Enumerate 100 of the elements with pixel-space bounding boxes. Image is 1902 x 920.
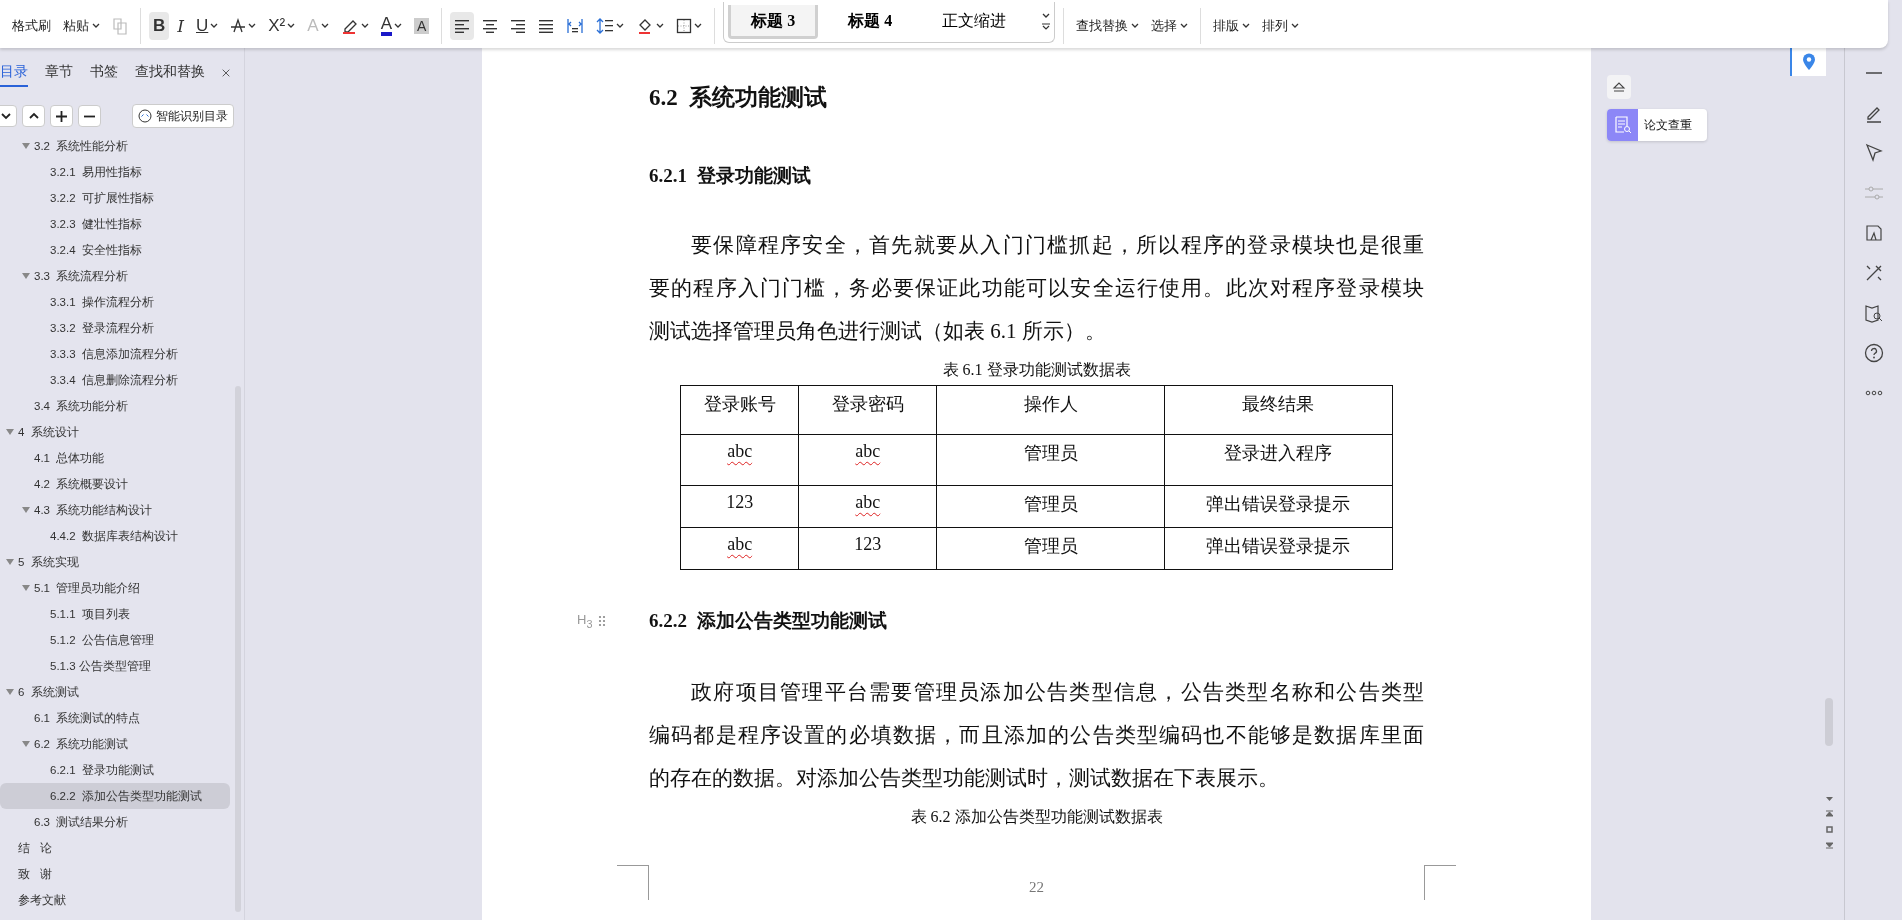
column-header: 操作人 [936,385,1165,435]
caret-icon [92,23,100,29]
toc-item[interactable]: 6.2.1 登录功能测试 [0,757,230,783]
format-button[interactable]: I [173,12,188,40]
caret-icon [1131,23,1140,29]
toc-item[interactable]: 4.4.2 数据库表结构设计 [0,523,230,549]
table-cell: 123 [798,527,937,570]
column-header: 登录密码 [798,385,937,435]
caret-icon [1291,23,1300,29]
chevron-down-icon [0,112,11,120]
table-caption: 表 6.2 添加公告类型功能测试数据表 [909,807,1164,827]
caret-icon [616,23,625,29]
expand-all-button[interactable] [0,105,17,127]
align-right-icon [510,19,527,33]
toc-item[interactable]: 6.3 测试结果分析 [0,809,230,835]
table-cell: 弹出错误登录提示 [1164,485,1393,528]
crop-mark [1424,865,1456,900]
toc-item[interactable]: 5.1.3 公告类型管理 [0,653,230,679]
style-option[interactable]: 正文缩进 [922,4,1027,39]
toolbar-button[interactable]: 格式刷 [8,14,55,38]
toc-item[interactable]: 结 论 [0,835,230,861]
table-cell: 123 [680,485,799,528]
sidebar-tab[interactable]: 目录 [0,59,28,87]
toc-item[interactable]: 3.3.2 登录流程分析 [0,315,230,341]
collapse-panel-button[interactable] [1607,75,1631,99]
caret-icon [1242,23,1251,29]
toc-item[interactable]: 6.2 系统功能测试 [0,731,230,757]
toc-item[interactable]: 3.2 系统性能分析 [0,133,230,159]
toc-item[interactable]: 3.2.1 易用性指标 [0,159,230,185]
toolbar-button[interactable]: 查找替换 [1072,14,1144,38]
column-header: 最终结果 [1164,385,1393,435]
caret-icon [210,23,219,29]
style-option[interactable]: 标题 4 [828,4,913,39]
toc-item[interactable]: 3.2.3 健壮性指标 [0,211,230,237]
expanded-triangle-icon [6,688,14,696]
border-icon [676,18,693,34]
format-button[interactable]: X² [264,12,300,40]
close-icon[interactable] [222,67,230,79]
toc-item[interactable]: 3.2.4 安全性指标 [0,237,230,263]
distributed-align-icon [566,18,585,34]
caret-icon [393,23,402,29]
toc-item[interactable]: 3.4 系统功能分析 [0,393,230,419]
remove-button[interactable] [78,105,101,127]
format-button[interactable]: B [149,12,170,40]
paragraph-button[interactable] [450,12,475,40]
toc-item[interactable]: 5.1.1 项目列表 [0,601,230,627]
add-button[interactable] [50,105,73,127]
toc-item[interactable]: 3.3.1 操作流程分析 [0,289,230,315]
format-button[interactable]: U [192,12,223,40]
justify-icon [538,19,555,33]
toc-item[interactable]: 参考文献 [0,887,230,913]
toc-item[interactable]: 3.3.4 信息删除流程分析 [0,367,230,393]
collapse-all-button[interactable] [22,105,45,127]
toc-item[interactable]: 4.3 系统功能结构设计 [0,497,230,523]
sidebar-tab[interactable]: 章节 [45,59,73,87]
toc-item[interactable]: 4 系统设计 [0,419,230,445]
toc-item[interactable]: 6 系统测试 [0,679,230,705]
caret-icon [320,23,329,29]
select-browse-icon[interactable] [1825,826,1833,833]
location-button[interactable] [1790,48,1826,76]
table-cell: abc [680,527,799,570]
toc-item[interactable]: 3.3.3 信息添加流程分析 [0,341,230,367]
format-button[interactable]: A [376,12,406,40]
toc-item[interactable]: 4.2 系统概要设计 [0,471,230,497]
toolbar-button[interactable]: 粘贴 [59,14,104,38]
toolbar-button[interactable]: 选择 [1147,14,1193,38]
toc-item[interactable]: 5.1.2 公告信息管理 [0,627,230,653]
more-styles-icon[interactable] [1042,22,1051,31]
caret-icon [248,23,257,29]
toc-item[interactable]: 6.1 系统测试的特点 [0,705,230,731]
previous-page-icon[interactable] [1825,810,1833,818]
smart-icon [138,109,152,123]
sidebar-tab[interactable]: 查找和替换 [135,59,205,87]
subsection-heading: 6.2.1 登录功能测试 [649,164,812,188]
table-cell: 弹出错误登录提示 [1164,527,1393,570]
paper-check-button[interactable]: 论文查重 [1607,109,1707,141]
toc-item[interactable]: 3.3 系统流程分析 [0,263,230,289]
crop-mark [617,865,649,900]
toc-item[interactable]: 4.1 总体功能 [0,445,230,471]
toc-item[interactable]: 6.2.2 添加公告类型功能测试 [0,783,230,809]
line-spacing-icon [596,18,615,34]
toc-item[interactable]: 致 谢 [0,861,230,887]
toc-item[interactable]: 5.1 管理员功能介绍 [0,575,230,601]
body-paragraph: 政府项目管理平台需要管理员添加公告类型信息，公告类型名称和公告类型 编码都是程序设置的必填数据，而且添加的公告类型编码也不能够是数据库里面 的存在的数据。对添加公告类型功能测试时，测试数据在下表展示。 [649,679,1424,792]
location-pin-icon [1802,53,1816,71]
toolbar-button[interactable]: 排列 [1258,14,1304,38]
drag-handle-icon[interactable] [598,615,607,627]
scrollbar-thumb[interactable] [1825,698,1833,746]
smart-toc-button[interactable]: 智能识别目录 [132,104,234,128]
toc-item[interactable]: 3.2.2 可扩展性指标 [0,185,230,211]
expanded-triangle-icon [22,506,30,514]
scroll-down-icon[interactable] [1825,796,1833,802]
align-center-icon [482,19,499,33]
toolbar-button[interactable]: 排版 [1209,14,1255,38]
style-option[interactable]: 标题 3 [728,4,819,39]
sidebar-tab[interactable]: 书签 [90,59,118,87]
format-button[interactable]: A [409,12,434,40]
toc-item[interactable]: 5 系统实现 [0,549,230,575]
next-page-icon[interactable] [1825,841,1833,849]
expanded-triangle-icon [22,272,30,280]
